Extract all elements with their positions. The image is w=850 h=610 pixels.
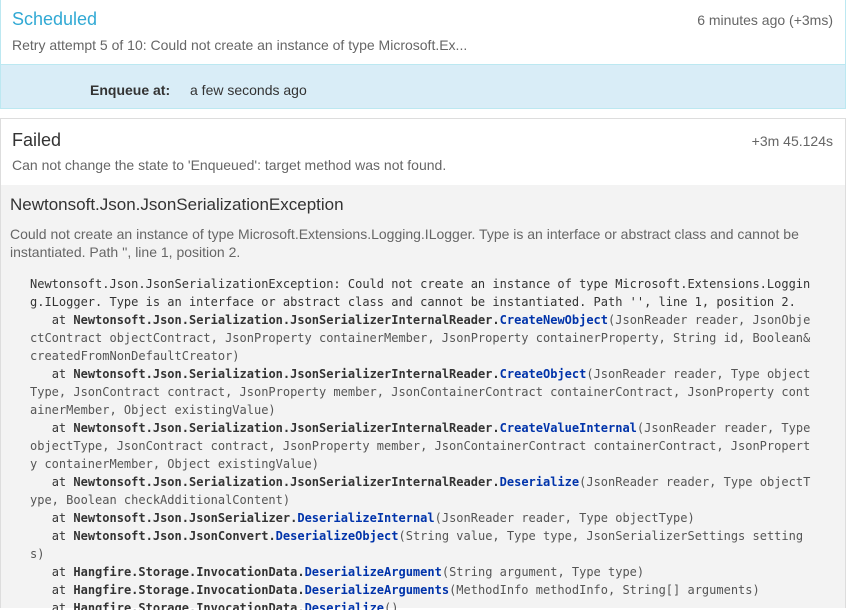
- stack-frame-method: Deserialize: [499, 475, 580, 489]
- stack-frame-prefix: at: [30, 583, 74, 597]
- stack-frame-prefix: at: [30, 367, 74, 381]
- stack-frame-method: DeserializeArgument: [304, 565, 442, 579]
- stack-header: Newtonsoft.Json.JsonSerializationExcepti…: [30, 277, 811, 309]
- stack-frame: at Newtonsoft.Json.Serialization.JsonSer…: [30, 475, 810, 507]
- state-card-failed: Failed +3m 45.124s Can not change the st…: [0, 118, 846, 610]
- state-timestamp[interactable]: 6 minutes ago (+3ms): [697, 12, 833, 28]
- stack-frame-method: CreateNewObject: [499, 313, 609, 327]
- stack-frame: at Hangfire.Storage.InvocationData.Deser…: [30, 565, 644, 579]
- stack-frame-method: DeserializeObject: [275, 529, 399, 543]
- state-reason: Can not change the state to 'Enqueued': …: [12, 157, 447, 173]
- stack-frame-args: (): [384, 601, 399, 610]
- stack-frame-class: Newtonsoft.Json.Serialization.JsonSerial…: [73, 367, 500, 381]
- stack-frame-method: Deserialize: [304, 601, 385, 610]
- stack-frame: at Newtonsoft.Json.Serialization.JsonSer…: [30, 313, 818, 363]
- stack-frame-class: Newtonsoft.Json.Serialization.JsonSerial…: [73, 313, 500, 327]
- stack-frame: at Newtonsoft.Json.Serialization.JsonSer…: [30, 421, 818, 471]
- state-title: Failed: [12, 130, 62, 150]
- stack-frame-prefix: at: [30, 313, 74, 327]
- state-card-header: Failed +3m 45.124s Can not change the st…: [1, 119, 845, 185]
- stack-frame-method: CreateObject: [499, 367, 587, 381]
- stack-frame: at Newtonsoft.Json.Serialization.JsonSer…: [30, 367, 810, 417]
- exception-message: Could not create an instance of type Mic…: [10, 226, 799, 260]
- stack-frame-method: DeserializeInternal: [297, 511, 435, 525]
- stack-frame-prefix: at: [30, 511, 74, 525]
- stack-frame-class: Hangfire.Storage.InvocationData.: [73, 601, 305, 610]
- stack-frame: at Newtonsoft.Json.JsonSerializer.Deseri…: [30, 511, 695, 525]
- stack-frame-prefix: at: [30, 601, 74, 610]
- stack-frame-args: (String argument, Type type): [441, 565, 645, 579]
- exception-details: Newtonsoft.Json.JsonSerializationExcepti…: [1, 185, 845, 610]
- stack-frame-class: Newtonsoft.Json.JsonSerializer.: [73, 511, 298, 525]
- state-title: Scheduled: [12, 9, 98, 29]
- exception-type: Newtonsoft.Json.JsonSerializationExcepti…: [10, 195, 344, 214]
- stack-frame-args: (JsonReader reader, Type objectType): [434, 511, 695, 525]
- state-card-scheduled: Scheduled 6 minutes ago (+3ms) Retry att…: [0, 0, 846, 109]
- stack-frame-class: Newtonsoft.Json.JsonConvert.: [73, 529, 276, 543]
- state-reason: Retry attempt 5 of 10: Could not create …: [12, 37, 468, 53]
- stack-trace[interactable]: Newtonsoft.Json.JsonSerializationExcepti…: [30, 275, 814, 610]
- stack-frame-method: CreateValueInternal: [499, 421, 637, 435]
- stack-frame-class: Hangfire.Storage.InvocationData.: [73, 565, 305, 579]
- stack-frame: at Hangfire.Storage.InvocationData.Deser…: [30, 583, 760, 597]
- stack-frame: at Newtonsoft.Json.JsonConvert.Deseriali…: [30, 529, 803, 561]
- stack-frame: at Hangfire.Storage.InvocationData.Deser…: [30, 601, 399, 610]
- enqueue-at-label: Enqueue at:: [90, 82, 171, 98]
- stack-frame-args: (MethodInfo methodInfo, String[] argumen…: [449, 583, 760, 597]
- stack-frame-prefix: at: [30, 565, 74, 579]
- state-duration[interactable]: +3m 45.124s: [752, 133, 833, 149]
- stack-frame-prefix: at: [30, 421, 74, 435]
- stack-frame-prefix: at: [30, 529, 74, 543]
- stack-frame-prefix: at: [30, 475, 74, 489]
- state-card-body: Enqueue at: a few seconds ago: [1, 64, 845, 108]
- state-card-header: Scheduled 6 minutes ago (+3ms) Retry att…: [1, 0, 845, 64]
- stack-frame-class: Hangfire.Storage.InvocationData.: [73, 583, 305, 597]
- stack-frame-class: Newtonsoft.Json.Serialization.JsonSerial…: [73, 475, 500, 489]
- stack-frame-method: DeserializeArguments: [304, 583, 450, 597]
- enqueue-at-value: a few seconds ago: [190, 82, 307, 98]
- stack-frame-class: Newtonsoft.Json.Serialization.JsonSerial…: [73, 421, 500, 435]
